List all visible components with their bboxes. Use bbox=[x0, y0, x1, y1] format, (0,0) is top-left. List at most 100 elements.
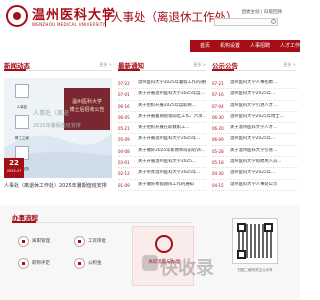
item-date: 06-20 bbox=[212, 126, 224, 132]
item-date: 06-05 bbox=[118, 114, 130, 120]
item-title[interactable]: 关于开展暑期管理岗位工作、六项… bbox=[138, 114, 206, 119]
item-title[interactable]: 关于温州医科大学人才… bbox=[230, 125, 298, 130]
process-item[interactable]: 工资审批 bbox=[74, 235, 126, 249]
item-title[interactable]: 关于做好2025年新教师岗前培训… bbox=[138, 148, 206, 153]
banner-line: 温州医科大学 bbox=[71, 99, 102, 105]
list-item[interactable]: 05-09 关于开展温州医科大学2025年… bbox=[118, 134, 206, 146]
certificate-icon bbox=[18, 258, 29, 269]
item-date: 06-16 bbox=[118, 103, 130, 109]
list-item[interactable]: 05-18 温州医科大学拟聘用人员… bbox=[212, 157, 298, 169]
process-item[interactable]: 离职管理 bbox=[18, 235, 70, 249]
nav-item-recruit[interactable]: 人事招聘 bbox=[245, 40, 275, 52]
item-title[interactable]: 关于做好寒假期间工作的通知 bbox=[138, 182, 206, 187]
item-title[interactable]: 温州医科大学2025年… bbox=[230, 170, 298, 175]
process-label: 离职管理 bbox=[32, 239, 50, 244]
item-title[interactable]: 关于温州医科大学引进… bbox=[230, 148, 298, 153]
exit-icon bbox=[155, 235, 173, 253]
item-date: 07-21 bbox=[212, 81, 224, 86]
site-header: 温州医科大学 WENZHOU MEDICAL UNIVERSITY 人事处（离退… bbox=[0, 0, 300, 40]
watermark: 快收录 bbox=[160, 258, 214, 279]
nav-item-postdoc[interactable]: 博士后工作 bbox=[305, 40, 320, 52]
item-title[interactable]: 关于举办温州医科大学2025年… bbox=[138, 170, 206, 175]
item-date: 04-15 bbox=[212, 182, 224, 188]
nav-item-talent[interactable]: 人才工作 bbox=[275, 40, 305, 52]
qr-finder bbox=[237, 250, 246, 259]
more-link[interactable]: 更多 > bbox=[193, 62, 206, 68]
item-title[interactable]: 温州医科大学引进人才… bbox=[230, 103, 298, 108]
carousel-overlay-text: 2025年暑假值班安排 bbox=[33, 123, 81, 129]
nav-items: 首页 机构设置 人事招聘 人才工作 博士后工作 bbox=[195, 40, 320, 52]
list-item[interactable]: 06-20 关于温州医科大学人才… bbox=[212, 123, 298, 135]
top-links[interactable]: 团委主站 | 旧版回顾 bbox=[242, 9, 282, 15]
search-input[interactable] bbox=[214, 18, 278, 26]
item-date: 05-09 bbox=[118, 137, 130, 143]
list-item[interactable]: 03-01 关于开展温州医科大学2025… bbox=[118, 157, 206, 169]
list-item[interactable]: 05-28 关于温州医科大学引进… bbox=[212, 146, 298, 158]
list-item[interactable]: 05-21 关于组织开展在职教职工… bbox=[118, 123, 206, 135]
list-item[interactable]: 07-16 温州医科大学2025年… bbox=[212, 89, 298, 101]
item-title[interactable]: 关于开展温州医科大学2025年度… bbox=[138, 91, 206, 96]
list-item[interactable]: 06-16 关于组织开展2025年度职称… bbox=[118, 101, 206, 112]
item-date: 07-01 bbox=[118, 92, 130, 98]
more-link[interactable]: 更多 > bbox=[99, 62, 112, 68]
item-date: 03-01 bbox=[118, 160, 130, 166]
banner-line: 博士后招收公告 bbox=[69, 107, 105, 113]
item-title[interactable]: 关于开展温州医科大学2025… bbox=[138, 159, 206, 164]
fund-icon bbox=[74, 258, 85, 269]
process-links: 离职管理 工资审批 职称评定 公积金 bbox=[18, 235, 128, 291]
list-item[interactable]: 04-30 温州医科大学2025年… bbox=[212, 168, 298, 180]
process-label: 职称评定 bbox=[32, 261, 50, 266]
qr-code bbox=[232, 218, 278, 264]
section-divider bbox=[12, 222, 192, 223]
item-title[interactable]: 温州医科大学2025年博士… bbox=[230, 114, 298, 119]
nav-item-home[interactable]: 首页 bbox=[195, 40, 215, 52]
university-seal-logo[interactable] bbox=[6, 5, 28, 27]
item-date: 07-04 bbox=[212, 103, 224, 109]
more-link[interactable]: 更多 > bbox=[283, 62, 296, 68]
carousel-caption[interactable]: 人事处（离退休工作处）2025年暑期值班安排 bbox=[4, 182, 107, 189]
list-item[interactable]: 06-05 关于开展暑期管理岗位工作、六项… bbox=[118, 112, 206, 124]
list-item[interactable]: 02-12 关于举办温州医科大学2025年… bbox=[118, 168, 206, 180]
date-day: 22 bbox=[9, 159, 19, 167]
item-title[interactable]: 温州医科大学2025年… bbox=[230, 91, 298, 96]
process-item[interactable]: 公积金 bbox=[74, 257, 126, 271]
list-item[interactable]: 07-01 关于开展温州医科大学2025年度… bbox=[118, 89, 206, 101]
item-title[interactable]: 关于组织开展在职教职工… bbox=[138, 125, 206, 130]
item-title[interactable]: 温州医科大学2025年… bbox=[230, 136, 298, 141]
item-title[interactable]: 温州医科大学人事处公示 bbox=[230, 182, 298, 187]
process-label: 工资审批 bbox=[88, 239, 106, 244]
process-item[interactable]: 职称评定 bbox=[18, 257, 70, 271]
item-title[interactable]: 温州医科大学2025年暑假工作的通知 bbox=[138, 80, 206, 85]
list-item[interactable]: 07-22 温州医科大学2025年暑假工作的通知 bbox=[118, 78, 206, 90]
item-title[interactable]: 温州医科大学人事招聘… bbox=[230, 80, 298, 85]
qr-finder bbox=[237, 223, 246, 232]
item-date: 04-30 bbox=[212, 171, 224, 177]
list-item[interactable]: 04-15 温州医科大学人事处公示 bbox=[212, 180, 298, 191]
item-title[interactable]: 温州医科大学拟聘用人员… bbox=[230, 159, 298, 164]
wage-icon bbox=[74, 236, 85, 247]
nav-item-org[interactable]: 机构设置 bbox=[215, 40, 245, 52]
announcements-header: 公示公告 更多 > bbox=[212, 60, 296, 71]
search-icon[interactable] bbox=[271, 19, 276, 24]
section-accent bbox=[12, 221, 36, 223]
photo-news-header: 新闻动态 更多 > bbox=[4, 60, 112, 71]
list-item[interactable]: 06-30 温州医科大学2025年博士… bbox=[212, 112, 298, 124]
list-item[interactable]: 07-21 温州医科大学人事招聘… bbox=[212, 78, 298, 90]
section-accent bbox=[212, 69, 234, 71]
list-item[interactable]: 01-09 关于做好寒假期间工作的通知 bbox=[118, 180, 206, 191]
university-name[interactable]: 温州医科大学 bbox=[32, 4, 116, 23]
item-title[interactable]: 关于开展温州医科大学2025年… bbox=[138, 136, 206, 141]
qr-finder bbox=[264, 223, 273, 232]
item-title[interactable]: 关于组织开展2025年度职称… bbox=[138, 103, 206, 108]
news-list: 07-22 温州医科大学2025年暑假工作的通知 07-01 关于开展温州医科大学2… bbox=[118, 78, 206, 191]
list-item[interactable]: 04-08 关于做好2025年新教师岗前培训… bbox=[118, 146, 206, 158]
side-label: 教工之家 bbox=[15, 136, 29, 140]
item-date: 06-30 bbox=[212, 114, 224, 120]
list-item[interactable]: 07-04 温州医科大学引进人才… bbox=[212, 101, 298, 112]
side-label: 人事处 bbox=[16, 105, 28, 109]
date-year-month: 2025-07 bbox=[6, 169, 22, 173]
item-date: 05-18 bbox=[212, 160, 224, 166]
announcement-list: 07-21 温州医科大学人事招聘… 07-16 温州医科大学2025年… 07-04… bbox=[212, 78, 298, 191]
document-icon bbox=[18, 236, 29, 247]
list-item[interactable]: 06-09 温州医科大学2025年… bbox=[212, 134, 298, 146]
